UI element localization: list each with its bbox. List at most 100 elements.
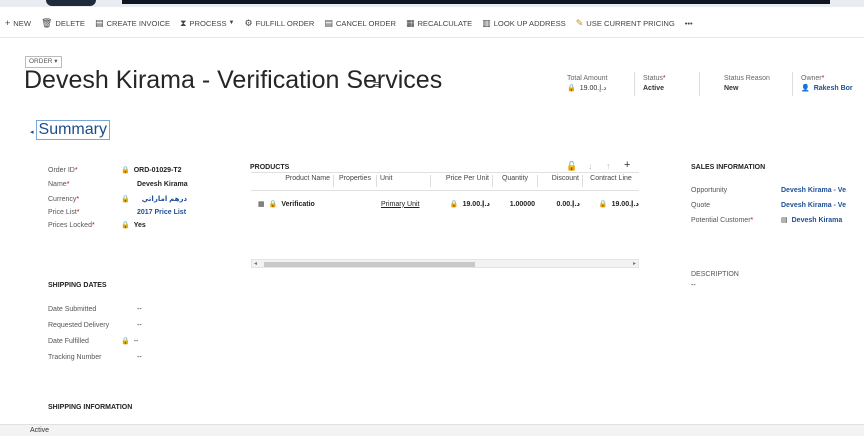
recalculate-button[interactable]: ▦ RECALCULATE <box>401 18 477 29</box>
pricing-icon: ✎ <box>575 17 584 28</box>
required-marker: * <box>74 167 78 174</box>
order-id-label: Order ID <box>48 167 75 174</box>
nav-logo-blob <box>46 0 96 6</box>
status-value[interactable]: Active <box>643 84 666 94</box>
required-marker: * <box>91 222 95 229</box>
total-amount-label: Total Amount <box>567 75 608 82</box>
column-properties[interactable]: Properties <box>334 175 377 187</box>
nav-bar <box>122 0 830 4</box>
product-name-cell: ▦ 🔒 Verificatio <box>251 200 334 209</box>
process-button[interactable]: ⧗ PROCESS ▼ <box>175 18 239 29</box>
hourglass-icon: ⧗ <box>180 17 187 28</box>
date-fulfilled-value: -- <box>133 338 139 345</box>
grid-top-line <box>251 172 639 173</box>
summary-section-toggle[interactable]: ◂ Summary <box>30 120 110 140</box>
add-product-icon[interactable]: + <box>624 159 630 171</box>
delete-button[interactable]: 🗑 DELETE <box>36 18 90 29</box>
sales-information-header: SALES INFORMATION <box>691 164 766 171</box>
prices-locked-label: Prices Locked <box>48 222 92 229</box>
requested-delivery-value[interactable]: -- <box>137 321 142 330</box>
page-title: Devesh Kirama - Verification Services <box>24 66 443 94</box>
use-current-pricing-button[interactable]: ✎ USE CURRENT PRICING <box>571 18 680 29</box>
move-up-icon[interactable]: ↑ <box>606 161 611 171</box>
create-invoice-button[interactable]: ▤ CREATE INVOICE <box>90 18 175 29</box>
cancel-order-label: CANCEL ORDER <box>335 18 396 28</box>
potential-customer-field[interactable]: ▤ Devesh Kirama <box>781 216 842 225</box>
column-price-per-unit[interactable]: Price Per Unit <box>431 175 493 187</box>
shipping-information-header: SHIPPING INFORMATION <box>48 404 133 411</box>
potential-customer-label: Potential Customer <box>691 217 751 224</box>
header-total-amount: Total Amount 🔒 د.إ.‏19.00 <box>567 74 607 94</box>
description-value[interactable]: -- <box>691 281 696 290</box>
currency-label: Currency <box>48 196 77 203</box>
column-contract-line[interactable]: Contract Line <box>583 175 639 187</box>
name-value[interactable]: Devesh Kirama <box>137 180 188 189</box>
look-up-address-button[interactable]: ▥ LOOK UP ADDRESS <box>477 18 571 29</box>
chevron-down-icon: ▼ <box>228 20 235 26</box>
command-bar-divider <box>0 37 864 38</box>
column-quantity[interactable]: Quantity <box>493 175 538 187</box>
tracking-number-value[interactable]: -- <box>137 353 142 362</box>
grid-header-line <box>251 190 639 191</box>
date-fulfilled-field: 🔒 -- <box>121 337 138 346</box>
total-amount-value: د.إ.‏19.00 <box>579 85 607 92</box>
lock-icon: 🔒 <box>121 222 130 229</box>
price-list-value[interactable]: 2017 Price List <box>137 208 186 217</box>
summary-label: Summary <box>35 120 110 140</box>
owner-value-row[interactable]: 👤 Rakesh Bor <box>801 84 853 94</box>
new-label: NEW <box>13 18 31 28</box>
column-unit[interactable]: Unit <box>377 175 431 187</box>
contract-line-cell: 🔒 د.إ.‏19.00 <box>583 200 639 208</box>
move-down-icon[interactable]: ↓ <box>588 161 593 171</box>
date-submitted-label: Date Submitted <box>48 306 97 313</box>
header-separator <box>792 72 793 96</box>
required-marker: * <box>76 196 80 203</box>
currency-value: درهم اماراتي <box>141 196 188 203</box>
name-label-cell: Name* <box>48 180 69 189</box>
create-invoice-label: CREATE INVOICE <box>106 18 171 28</box>
more-commands-button[interactable]: ••• <box>680 19 698 28</box>
command-bar: + NEW 🗑 DELETE ▤ CREATE INVOICE ⧗ PROCESS ▼ ⚙… <box>0 14 698 32</box>
currency-label-cell: Currency* <box>48 195 79 204</box>
product-name-value: Verificatio <box>281 200 315 208</box>
currency-field[interactable]: 🔒 درهم اماراتي <box>121 195 187 204</box>
required-marker: * <box>66 181 70 188</box>
lock-icon: 🔒 <box>121 338 130 345</box>
required-marker: * <box>750 217 754 224</box>
opportunity-link[interactable]: Devesh Kirama - Ve <box>781 186 846 195</box>
discount-value: د.إ.‏0.00 <box>556 201 580 208</box>
scroll-left-icon[interactable]: ◂ <box>254 260 257 267</box>
order-id-label-cell: Order ID* <box>48 166 78 175</box>
quote-link[interactable]: Devesh Kirama - Ve <box>781 201 846 210</box>
unlock-icon[interactable]: 🔓 <box>566 161 577 172</box>
lock-icon: 🔒 <box>121 167 130 174</box>
products-grid-header: Product Name Properties Unit Price Per U… <box>251 175 639 187</box>
hamburger-menu-icon[interactable]: ≡ <box>373 79 379 91</box>
price-per-unit-cell: 🔒 د.إ.‏19.00 <box>431 200 493 208</box>
cancel-order-button[interactable]: ▤ CANCEL ORDER <box>319 18 401 29</box>
products-horizontal-scrollbar[interactable]: ◂ ▸ <box>251 259 639 268</box>
prices-locked-field: 🔒 Yes <box>121 221 146 230</box>
owner-label-row: Owner* <box>801 74 853 84</box>
unit-link[interactable]: Primary Unit <box>377 201 431 208</box>
fulfill-order-button[interactable]: ⚙ FULFILL ORDER <box>239 18 319 29</box>
column-discount[interactable]: Discount <box>538 175 583 187</box>
required-marker: * <box>821 75 825 82</box>
required-marker: * <box>76 209 80 216</box>
use-current-pricing-label: USE CURRENT PRICING <box>586 18 675 28</box>
record-status-text: Active <box>30 427 50 434</box>
quantity-value: 1.00000 <box>509 200 535 208</box>
order-id-value: ORD-01029-T2 <box>133 167 182 174</box>
user-icon: 👤 <box>801 85 810 92</box>
scroll-right-icon[interactable]: ▸ <box>633 260 636 267</box>
new-button[interactable]: + NEW <box>0 18 36 28</box>
status-reason-value[interactable]: New <box>724 84 770 94</box>
lock-icon: 🔒 <box>567 85 576 92</box>
cancel-order-icon: ▤ <box>324 17 333 28</box>
address-book-icon: ▥ <box>482 17 491 28</box>
invoice-icon: ▤ <box>94 17 104 28</box>
date-submitted-value[interactable]: -- <box>137 305 142 314</box>
column-product-name[interactable]: Product Name <box>251 175 334 187</box>
scrollbar-thumb[interactable] <box>264 262 475 267</box>
table-row[interactable]: ▦ 🔒 Verificatio Primary Unit 🔒 د.إ.‏19.00 1… <box>251 198 639 210</box>
